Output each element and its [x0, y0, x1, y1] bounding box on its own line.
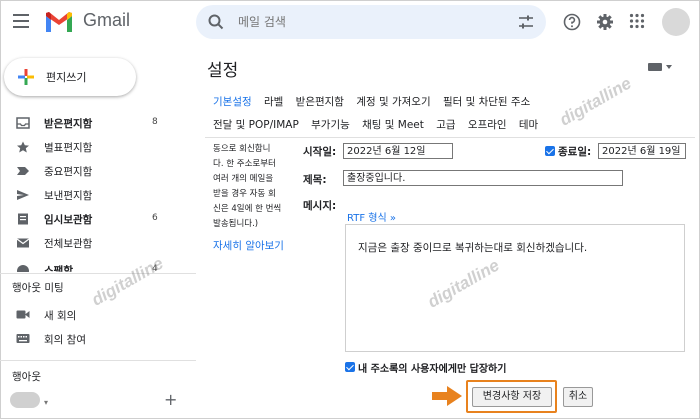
tabs-divider: [205, 137, 695, 138]
compose-plus-icon: [18, 69, 34, 85]
sidebar-item-label: 임시보관함: [44, 214, 93, 226]
input-tools-keyboard-icon[interactable]: [648, 62, 674, 72]
tab-inbox[interactable]: 받은편지함: [296, 96, 344, 108]
sidebar-item-label: 받은편지함: [44, 118, 93, 130]
unread-count: 8: [152, 117, 158, 127]
start-date-field[interactable]: 2022년 6월 12일: [343, 143, 453, 159]
end-date-label: 종료일:: [558, 146, 592, 158]
hangouts-avatar[interactable]: [10, 392, 40, 408]
end-date-checkbox[interactable]: [545, 146, 555, 156]
meet-new-meeting[interactable]: 새 회의: [0, 304, 190, 326]
cancel-button[interactable]: 취소: [563, 387, 593, 407]
draft-icon: [18, 213, 28, 225]
tab-forwarding-pop-imap[interactable]: 전달 및 POP/IMAP: [213, 119, 299, 131]
tab-chat-meet[interactable]: 채팅 및 Meet: [362, 119, 424, 131]
search-bar[interactable]: [196, 5, 546, 39]
sidebar-item-label: 스팸함: [44, 265, 73, 272]
contacts-only-checkbox[interactable]: [345, 362, 355, 372]
tab-addons[interactable]: 부가기능: [311, 119, 350, 131]
settings-gear-icon[interactable]: [596, 13, 614, 31]
learn-more-link[interactable]: 자세히 알아보기: [213, 238, 284, 253]
compose-button[interactable]: 편지쓰기: [4, 58, 136, 96]
subject-field[interactable]: 출장중입니다.: [343, 170, 623, 186]
compose-label: 편지쓰기: [46, 71, 87, 84]
page-title: 설정: [207, 61, 239, 81]
send-icon: [17, 190, 29, 200]
contacts-only-label: 내 주소록의 사용자에게만 답장하기: [358, 364, 507, 375]
meet-section-title: 행아웃 미팅: [12, 282, 64, 294]
tab-labels[interactable]: 라벨: [264, 96, 283, 108]
main-menu-icon[interactable]: [13, 14, 29, 28]
video-icon: [16, 310, 30, 319]
settings-tabs-row-1: 기본설정 라벨 받은편지함 계정 및 가져오기 필터 및 차단된 주소: [213, 94, 539, 109]
tab-general[interactable]: 기본설정: [213, 96, 252, 108]
settings-tabs-row-2: 전달 및 POP/IMAP 부가기능 채팅 및 Meet 고급 오프라인 테마: [213, 117, 547, 132]
sidebar-item-inbox[interactable]: 받은편지함 8: [0, 111, 170, 135]
meet-join-meeting[interactable]: 회의 참여: [0, 328, 190, 350]
important-icon: [17, 167, 29, 175]
spam-icon: [17, 265, 29, 272]
meet-item-label: 회의 참여: [44, 334, 86, 346]
mail-icon: [16, 238, 30, 248]
search-options-icon[interactable]: [518, 14, 534, 30]
sidebar-divider: [0, 273, 196, 274]
unread-count: 6: [152, 213, 158, 223]
start-date-label: 시작일:: [303, 146, 337, 158]
star-icon: [17, 141, 29, 153]
tab-filters-blocked[interactable]: 필터 및 차단된 주소: [443, 96, 530, 108]
search-input[interactable]: [238, 12, 488, 32]
orange-arrow-annotation: [432, 386, 462, 406]
save-changes-button[interactable]: 변경사항 저장: [472, 387, 552, 407]
hangouts-section-title: 행아웃: [12, 371, 41, 383]
message-body-text: 지금은 출장 중이므로 복귀하는대로 회신하겠습니다.: [358, 242, 588, 254]
app-name: Gmail: [83, 10, 131, 30]
sidebar-item-sent[interactable]: 보낸편지함: [0, 183, 170, 207]
sidebar-item-label: 별표편지함: [44, 142, 93, 154]
meet-item-label: 새 회의: [44, 310, 77, 322]
sidebar-item-starred[interactable]: 별표편지함: [0, 135, 170, 159]
sidebar-item-all-mail[interactable]: 전체보관함: [0, 231, 170, 255]
search-icon[interactable]: [208, 14, 224, 30]
sidebar-divider: [0, 360, 196, 361]
message-body-editor[interactable]: 지금은 출장 중이므로 복귀하는대로 회신하겠습니다.: [345, 224, 685, 352]
vacation-description: 동으로 회신합니 다. 한 주소로부터 여러 개의 메일을 받을 경우 자동 회…: [213, 144, 282, 229]
tab-accounts-import[interactable]: 계정 및 가져오기: [356, 96, 430, 108]
help-icon[interactable]: [563, 13, 581, 31]
inbox-icon: [16, 117, 30, 129]
rich-text-format-link[interactable]: RTF 형식 »: [347, 209, 396, 224]
account-avatar[interactable]: [662, 8, 690, 36]
end-date-field[interactable]: 2022년 6월 19일: [598, 143, 686, 159]
top-bar: Gmail: [0, 0, 700, 46]
tab-advanced[interactable]: 고급: [436, 119, 455, 131]
message-label: 메시지:: [303, 200, 337, 212]
sidebar-item-important[interactable]: 중요편지함: [0, 159, 170, 183]
keyboard-icon: [16, 334, 30, 343]
sidebar-item-label: 중요편지함: [44, 166, 93, 178]
sidebar-item-drafts[interactable]: 임시보관함 6: [0, 207, 170, 231]
tab-themes[interactable]: 테마: [519, 119, 538, 131]
subject-label: 제목:: [303, 174, 327, 186]
tab-offline[interactable]: 오프라인: [468, 119, 507, 131]
add-contact-plus-icon[interactable]: +: [164, 390, 177, 409]
sidebar-item-label: 보낸편지함: [44, 190, 93, 202]
apps-grid-icon[interactable]: [629, 13, 645, 29]
gmail-logo-icon[interactable]: [44, 10, 74, 34]
chevron-down-icon[interactable]: ▾: [44, 398, 48, 407]
sidebar-item-label: 전체보관함: [44, 238, 93, 250]
